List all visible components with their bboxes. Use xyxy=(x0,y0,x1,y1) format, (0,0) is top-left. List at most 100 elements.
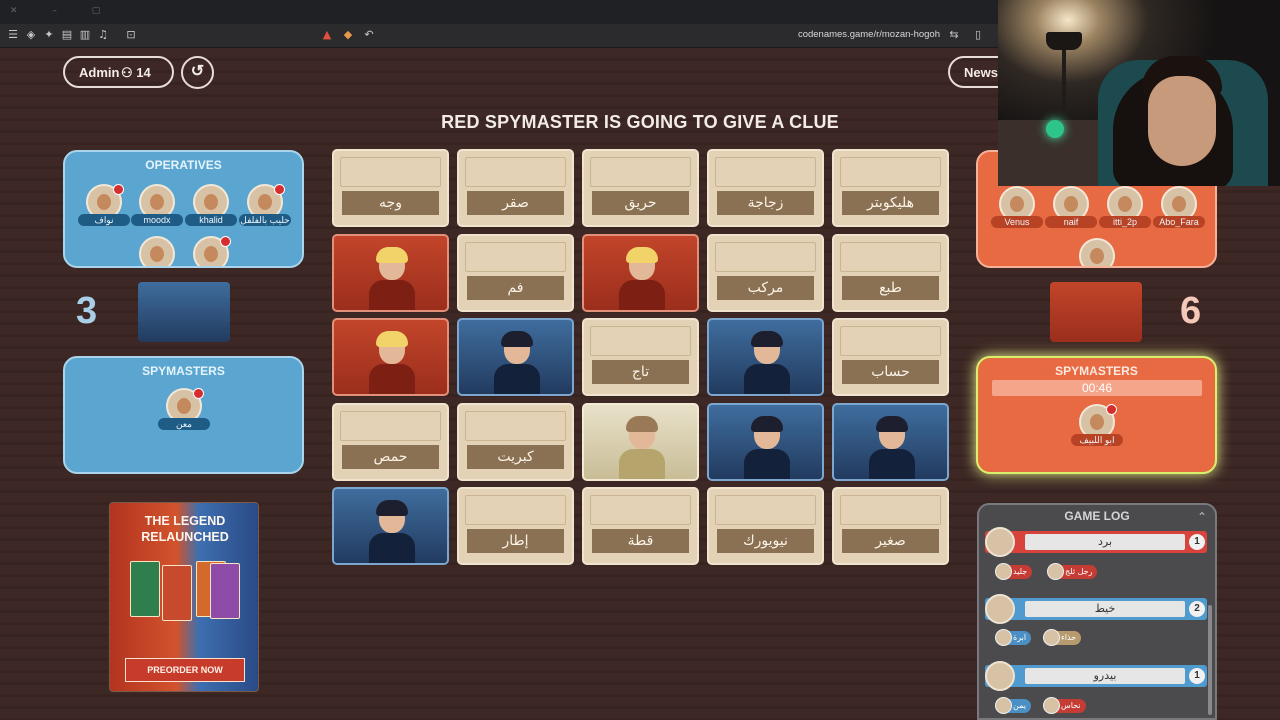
word-card[interactable]: هليكوبتر xyxy=(832,149,949,227)
blue-spymasters-title: SPYMASTERS xyxy=(142,364,225,378)
agent-figure-icon xyxy=(744,331,790,394)
red-spymasters-title: SPYMASTERS xyxy=(1055,364,1138,378)
sidebar-icon[interactable]: ▥ xyxy=(78,28,92,42)
admin-button[interactable]: Admin ⚇ 14 xyxy=(63,56,174,88)
agent-figure-icon xyxy=(619,415,665,479)
word-card-label: هليكوبتر xyxy=(842,191,939,215)
translate-icon[interactable]: ⇆ xyxy=(947,28,961,42)
red-agent-card[interactable] xyxy=(332,318,449,396)
word-card[interactable]: حمص xyxy=(332,402,449,481)
player-avatar[interactable]: Venus xyxy=(991,186,1043,228)
player-avatar[interactable]: itti_2p xyxy=(1099,186,1151,228)
avatar xyxy=(985,594,1015,624)
blue-agent-card-icon xyxy=(138,282,230,342)
word-card[interactable]: صقر xyxy=(457,149,574,227)
heart-icon xyxy=(193,388,204,399)
log-scrollbar[interactable] xyxy=(1208,605,1212,715)
log-guess: حذاء xyxy=(1043,629,1082,646)
word-card[interactable]: قطة xyxy=(582,487,699,565)
player-avatar[interactable]: naif xyxy=(1045,186,1097,228)
blue-agent-card[interactable] xyxy=(832,402,949,481)
player-avatar[interactable]: Abo_Fara xyxy=(1153,186,1205,228)
word-card-label: كبريت xyxy=(467,444,564,469)
log-clue-entry: بيدرو 1 xyxy=(985,661,1207,691)
blue-operatives-title: OPERATIVES xyxy=(145,158,222,172)
streamer-face xyxy=(1148,76,1216,166)
word-card[interactable]: كبريت xyxy=(457,402,574,481)
log-guess: نحاس xyxy=(1043,697,1086,714)
word-card-label: صغير xyxy=(842,529,939,553)
refresh-icon: ↺ xyxy=(190,63,205,80)
tabs-icon[interactable]: ▤ xyxy=(60,28,74,42)
log-guess: رجل ثلج xyxy=(1047,563,1098,580)
word-card[interactable]: طبع xyxy=(832,233,949,312)
agent-figure-icon xyxy=(369,246,415,310)
back-icon[interactable]: ↶ xyxy=(362,28,376,42)
agent-figure-icon xyxy=(619,246,665,310)
log-guess: يمن xyxy=(995,697,1031,714)
word-card[interactable]: زجاجة xyxy=(707,149,824,227)
word-card[interactable]: إطار xyxy=(457,487,574,565)
word-card[interactable]: نيويورك xyxy=(707,487,824,565)
heart-icon xyxy=(113,184,124,195)
avatar xyxy=(985,661,1015,691)
word-card-label: زجاجة xyxy=(717,191,814,215)
lamp-icon xyxy=(1046,32,1082,50)
player-avatar[interactable]: نواف xyxy=(78,184,130,226)
shield-icon[interactable]: ◈ xyxy=(24,28,38,42)
word-card[interactable]: فم xyxy=(457,233,574,312)
heart-icon xyxy=(1106,404,1117,415)
blue-score: 3 xyxy=(76,290,98,332)
window-controls-icon[interactable]: ✕ – ▢ xyxy=(10,6,116,16)
agent-figure-icon xyxy=(369,500,415,563)
blue-agent-card[interactable] xyxy=(457,318,574,396)
player-avatar[interactable]: moodx xyxy=(131,184,183,226)
brave-icon[interactable]: ▲ xyxy=(320,28,334,42)
red-agent-card-icon xyxy=(1050,282,1142,342)
blue-agent-card[interactable] xyxy=(707,402,824,481)
screenshot-icon[interactable]: ⊡ xyxy=(124,28,138,42)
word-card[interactable]: حساب xyxy=(832,318,949,396)
log-guess: جليد xyxy=(995,563,1033,580)
game-log-panel: GAME LOG ⌃ برد 1 جليد رجل ثلج خيط 2 ابرة… xyxy=(977,503,1217,720)
promo-ad[interactable]: THE LEGEND RELAUNCHED PREORDER NOW xyxy=(109,502,259,692)
player-avatar[interactable] xyxy=(1075,238,1119,266)
word-card-label: إطار xyxy=(467,529,564,553)
reset-button[interactable]: ↺ xyxy=(181,56,214,89)
red-agent-card[interactable] xyxy=(582,233,699,312)
menu-icon[interactable]: ☰ xyxy=(6,28,20,42)
log-clue-entry: برد 1 xyxy=(985,527,1207,557)
red-agent-card[interactable] xyxy=(332,233,449,312)
music-icon[interactable]: ♫ xyxy=(96,28,110,42)
player-avatar[interactable]: khalid xyxy=(185,184,237,226)
log-guess: ابرة xyxy=(995,629,1032,646)
game-status-banner: RED SPYMASTER IS GOING TO GIVE A CLUE xyxy=(441,112,839,132)
word-card-label: نيويورك xyxy=(717,529,814,553)
game-box-image xyxy=(162,565,192,621)
chevron-up-icon[interactable]: ⌃ xyxy=(1197,510,1207,524)
word-card[interactable]: وجه xyxy=(332,149,449,227)
player-avatar[interactable]: حليب بالفلفل xyxy=(239,184,291,226)
red-spymasters-panel: SPYMASTERS 00:46 ابو اللبيف xyxy=(976,356,1217,474)
bystander-card[interactable] xyxy=(582,402,699,481)
player-avatar[interactable]: معن xyxy=(158,388,210,430)
word-card-label: حساب xyxy=(842,360,939,384)
turn-timer: 00:46 xyxy=(992,380,1202,396)
shields-icon[interactable]: ◆ xyxy=(341,28,355,42)
word-card[interactable]: حريق xyxy=(582,149,699,227)
word-card-label: قطة xyxy=(592,529,689,553)
word-card[interactable]: صغير xyxy=(832,487,949,565)
bookmark-icon[interactable]: ▯ xyxy=(971,28,985,42)
preorder-button[interactable]: PREORDER NOW xyxy=(125,658,245,682)
extension-icon[interactable]: ✦ xyxy=(42,28,56,42)
url-bar[interactable]: codenames.game/r/mozan-hogoh xyxy=(770,29,940,40)
player-avatar[interactable] xyxy=(135,236,179,266)
player-avatar[interactable] xyxy=(189,236,233,266)
player-avatar[interactable]: ابو اللبيف xyxy=(1071,404,1123,446)
game-box-image xyxy=(210,563,240,619)
word-card[interactable]: مركب xyxy=(707,233,824,312)
word-card[interactable]: تاج xyxy=(582,318,699,396)
admin-label: Admin xyxy=(79,65,120,80)
blue-agent-card[interactable] xyxy=(707,318,824,396)
blue-agent-card[interactable] xyxy=(332,487,449,565)
